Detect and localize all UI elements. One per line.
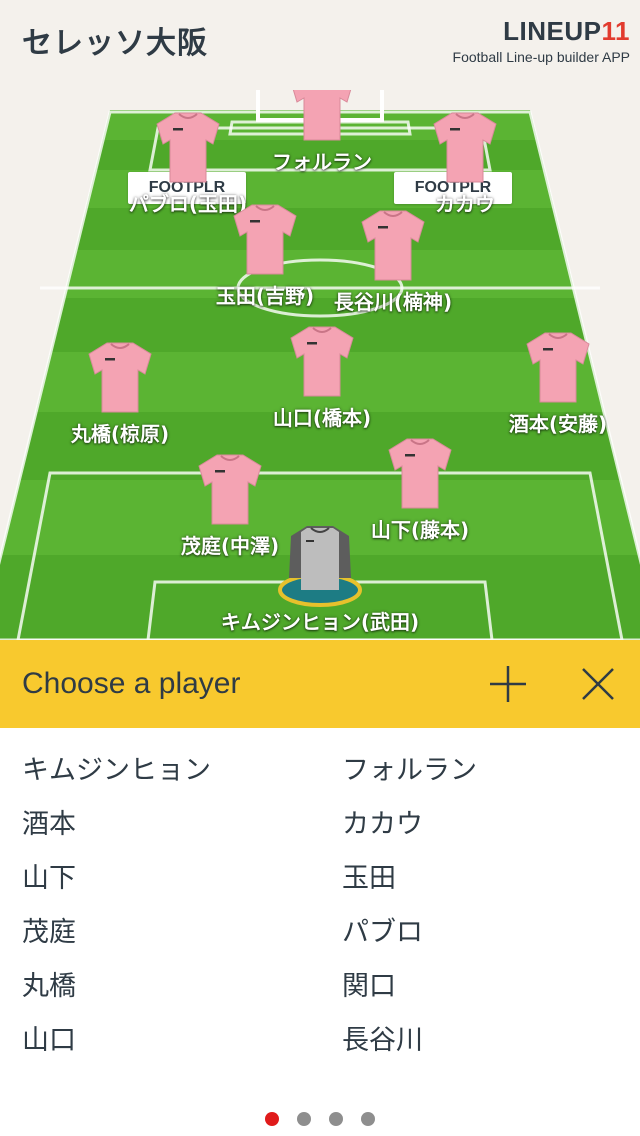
player-marker[interactable]: キムジンヒョン(武田): [220, 522, 420, 635]
shirt-icon: [458, 330, 640, 404]
shirt-icon: [88, 110, 288, 184]
brand-subtitle: Football Line-up builder APP: [452, 49, 630, 65]
choose-player-bar: Choose a player: [0, 640, 640, 728]
page-indicator: [0, 1112, 640, 1126]
player-name: 丸橋(椋原): [70, 422, 170, 446]
player-name: 山口(橋本): [272, 406, 372, 430]
player-marker[interactable]: 丸橋(椋原): [20, 340, 220, 447]
player-name: 長谷川(楠神): [333, 290, 453, 314]
player-marker[interactable]: カカウ: [365, 110, 565, 217]
player-marker[interactable]: 酒本(安藤): [458, 330, 640, 437]
list-item[interactable]: 玉田: [342, 856, 396, 895]
player-marker[interactable]: パブロ(玉田): [88, 110, 288, 217]
team-name: セレッソ大阪: [22, 26, 208, 61]
list-item[interactable]: カカウ: [342, 802, 423, 841]
brand-name: LINEUP11: [503, 16, 630, 46]
app-header: セレッソ大阪 LINEUP11 Football Line-up builder…: [0, 0, 640, 90]
list-item[interactable]: 長谷川: [342, 1018, 423, 1057]
page-dot[interactable]: [265, 1112, 279, 1126]
page-dot[interactable]: [297, 1112, 311, 1126]
shirt-icon: [20, 340, 220, 414]
player-marker[interactable]: 長谷川(楠神): [293, 208, 493, 315]
close-icon[interactable]: [578, 664, 618, 704]
shirt-icon: [222, 324, 422, 398]
list-item[interactable]: 山口: [22, 1018, 76, 1057]
page-dot[interactable]: [361, 1112, 375, 1126]
list-item[interactable]: 茂庭: [22, 910, 76, 949]
list-item[interactable]: 酒本: [22, 802, 76, 841]
player-name: キムジンヒョン(武田): [220, 610, 420, 634]
list-item[interactable]: フォルラン: [342, 748, 477, 787]
list-item[interactable]: 関口: [342, 964, 396, 1003]
page-dot[interactable]: [329, 1112, 343, 1126]
goalkeeper-shirt-icon: [220, 522, 420, 612]
list-item[interactable]: 丸橋: [22, 964, 76, 1003]
shirt-icon: [320, 436, 520, 510]
choose-player-title: Choose a player: [22, 667, 241, 700]
shirt-icon: [365, 110, 565, 184]
shirt-icon: [130, 452, 330, 526]
player-name: 酒本(安藤): [508, 412, 608, 436]
player-marker[interactable]: 山口(橋本): [222, 324, 422, 431]
brand-logo: LINEUP11 Football Line-up builder APP: [453, 16, 630, 65]
pitch: FOOTPLR FOOTPLR フォルラン パブロ(玉田) カカウ 玉田(吉野) 長谷川…: [0, 90, 640, 640]
list-item[interactable]: パブロ: [342, 910, 423, 949]
list-item[interactable]: 山下: [22, 856, 76, 895]
list-item[interactable]: キムジンヒョン: [22, 748, 211, 787]
plus-icon[interactable]: [488, 664, 528, 704]
shirt-icon: [293, 208, 493, 282]
brand-number: 11: [601, 16, 630, 46]
